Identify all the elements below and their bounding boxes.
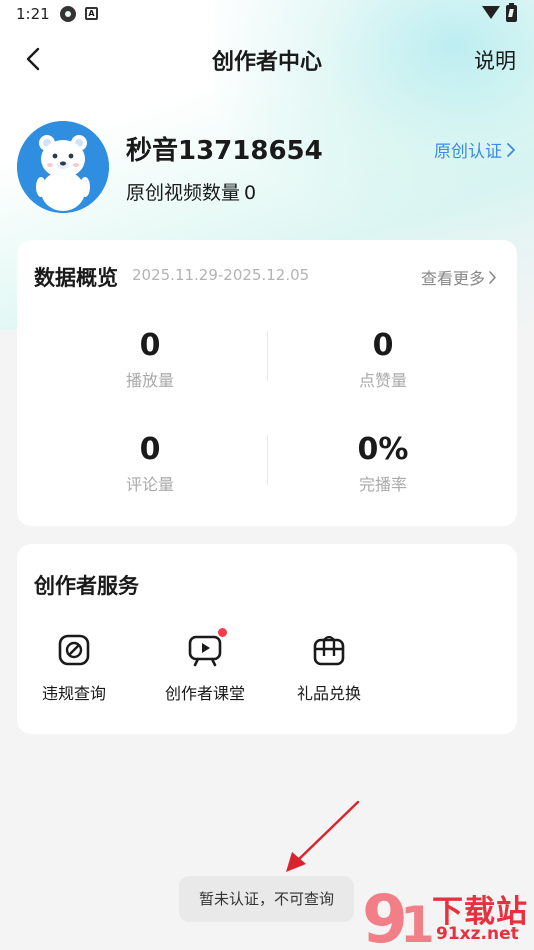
annotation-arrow-icon bbox=[286, 800, 360, 872]
service-label: 创作者课堂 bbox=[164, 684, 245, 703]
view-more-button[interactable]: 查看更多 bbox=[421, 265, 497, 289]
help-button[interactable]: 说明 bbox=[474, 45, 516, 75]
stat-label: 完播率 bbox=[358, 475, 407, 494]
stat-label: 点赞量 bbox=[358, 371, 407, 390]
svg-text:1: 1 bbox=[400, 896, 435, 950]
stat-likes: 0 点赞量 bbox=[263, 328, 503, 391]
stat-value: 0 bbox=[372, 328, 394, 363]
service-gift-exchange[interactable]: 礼品兑换 bbox=[274, 632, 384, 704]
stat-label: 评论量 bbox=[125, 475, 174, 494]
stat-value: 0% bbox=[357, 432, 409, 467]
polar-bear-avatar-icon bbox=[17, 121, 109, 213]
username: 秒音13718654 bbox=[126, 136, 323, 166]
toast-message: 暂未认证，不可查询 bbox=[179, 876, 354, 922]
prohibited-icon bbox=[56, 632, 92, 668]
stat-plays: 0 播放量 bbox=[30, 328, 270, 391]
service-label: 礼品兑换 bbox=[296, 684, 361, 703]
stat-value: 0 bbox=[139, 432, 161, 467]
overview-title: 数据概览 bbox=[34, 266, 118, 290]
avatar[interactable] bbox=[17, 121, 109, 213]
stat-comments: 0 评论量 bbox=[30, 432, 270, 495]
certify-label: 原创认证 bbox=[434, 142, 502, 162]
video-count-value: 0 bbox=[244, 182, 257, 204]
creator-services-card: 创作者服务 违规查询 创作者课堂 礼品兑换 bbox=[17, 544, 517, 734]
service-label: 违规查询 bbox=[41, 684, 106, 703]
android-notification-icon: A bbox=[85, 7, 98, 20]
chevron-right-icon bbox=[489, 270, 496, 284]
view-more-label: 查看更多 bbox=[420, 269, 485, 288]
stat-label: 播放量 bbox=[125, 371, 174, 390]
chevron-right-icon bbox=[507, 142, 515, 157]
watermark-url: 91xz.net bbox=[436, 924, 519, 944]
page-title: 创作者中心 bbox=[211, 50, 322, 75]
data-overview-card: 数据概览 2025.11.29-2025.12.05 查看更多 0 播放量 0 … bbox=[17, 240, 517, 526]
notification-dot bbox=[218, 628, 227, 637]
video-count-row: 原创视频数量 0 bbox=[126, 178, 256, 205]
battery-icon bbox=[506, 3, 517, 22]
original-certify-link[interactable]: 原创认证 bbox=[434, 137, 516, 162]
date-range: 2025.11.29-2025.12.05 bbox=[132, 266, 310, 284]
services-title: 创作者服务 bbox=[34, 574, 139, 598]
video-class-icon bbox=[187, 628, 227, 668]
service-violation-query[interactable]: 违规查询 bbox=[19, 632, 129, 704]
app-notification-icon bbox=[60, 6, 76, 22]
status-time: 1:21 bbox=[16, 5, 50, 23]
wifi-icon bbox=[482, 6, 500, 19]
gift-box-icon bbox=[311, 632, 347, 668]
stat-value: 0 bbox=[139, 328, 161, 363]
status-bar: 1:21 A bbox=[0, 0, 534, 30]
stat-completion-rate: 0% 完播率 bbox=[263, 432, 503, 495]
video-count-label: 原创视频数量 bbox=[126, 182, 241, 204]
service-creator-class[interactable]: 创作者课堂 bbox=[150, 628, 260, 704]
